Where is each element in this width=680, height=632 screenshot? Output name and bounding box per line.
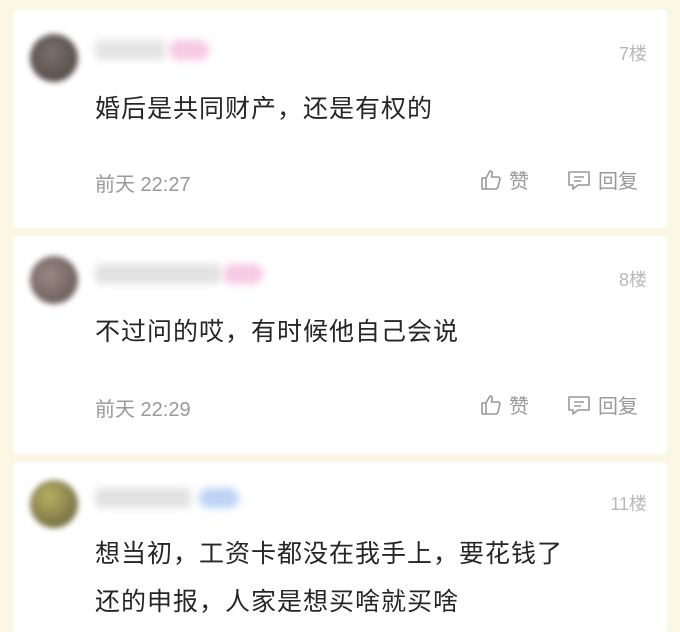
thumbs-up-icon [481,169,501,190]
comment-text: 婚后是共同财产，还是有权的 [95,94,434,123]
like-button[interactable]: 赞 [479,165,529,194]
avatar[interactable] [30,480,78,528]
reply-button[interactable]: 回复 [566,390,638,419]
comment-card: 11楼 想当初，工资卡都没在我手上，要花钱了 还的申报，人家是想买啥就买啥 [13,462,667,632]
avatar[interactable] [30,256,78,304]
floor-number: 7楼 [618,44,647,64]
comment-text: 不过问的哎，有时候他自己会说 [95,317,460,346]
like-label: 赞 [509,394,529,418]
comment-card: 8楼 不过问的哎，有时候他自己会说 前天 22:29 赞 回复 [13,236,667,454]
comment-bubble-icon [568,395,590,415]
reply-button[interactable]: 回复 [566,165,638,194]
username-blurred[interactable] [95,264,221,284]
user-badge [223,264,263,284]
like-label: 赞 [509,169,529,193]
username-blurred[interactable] [95,40,165,60]
comment-text-line: 还的申报，人家是想买啥就买啥 [95,587,460,616]
comment-time: 前天 22:29 [95,399,191,421]
comment-text-line: 想当初，工资卡都没在我手上，要花钱了 [95,539,564,568]
avatar[interactable] [30,34,78,82]
comment-text: 想当初，工资卡都没在我手上，要花钱了 还的申报，人家是想买啥就买啥 [95,530,637,626]
floor-number: 8楼 [618,270,647,290]
floor-number: 11楼 [610,494,647,514]
like-button[interactable]: 赞 [479,390,529,419]
user-badge [169,40,209,60]
comment-time: 前天 22:27 [95,174,191,196]
thumbs-up-icon [481,394,501,415]
comment-card: 7楼 婚后是共同财产，还是有权的 前天 22:27 赞 回复 [13,10,667,228]
reply-label: 回复 [598,394,638,418]
user-badge [199,488,239,508]
username-blurred[interactable] [95,488,191,508]
reply-label: 回复 [598,169,638,193]
comment-bubble-icon [568,170,590,190]
